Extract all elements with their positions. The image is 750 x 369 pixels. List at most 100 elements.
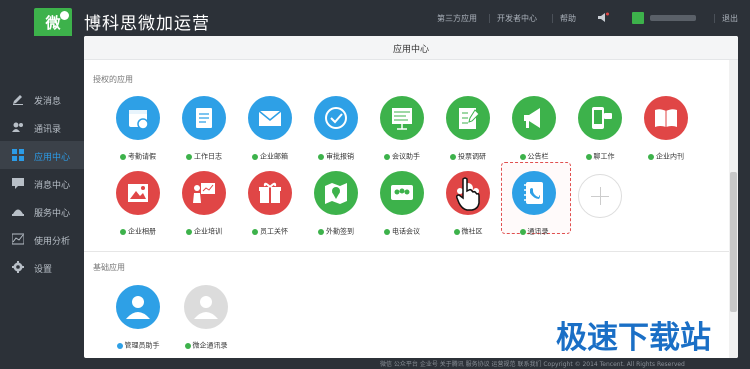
map-pin-icon [314, 171, 358, 215]
authorized-app-tile[interactable]: 企业内刊 [636, 96, 696, 166]
app-label: 管理员助手 [124, 341, 160, 350]
status-dot-icon [186, 228, 192, 235]
status-dot-icon [252, 228, 258, 235]
notification-icon[interactable] [597, 12, 609, 23]
app-label: 投票调研 [458, 152, 486, 161]
status-dot-icon [453, 228, 460, 235]
footer: 微信 公众平台 企业号 关于腾讯 服务协议 运营规范 联系我们 Copyrigh… [84, 358, 750, 369]
nav-developer-center[interactable]: 开发者中心 [489, 13, 537, 24]
authorized-app-tile[interactable]: 企业邮箱 [240, 96, 300, 166]
status-dot-icon [120, 228, 126, 235]
apps-icon [12, 149, 24, 161]
authorized-app-tile[interactable]: 员工关怀 [240, 171, 300, 241]
authorized-app-tile[interactable]: 公告栏 [504, 96, 564, 166]
basic-apps-label: 基础应用 [93, 263, 125, 272]
sidebar-item-label: 消息中心 [34, 181, 71, 191]
app-label: 审批报销 [326, 152, 354, 161]
notebook-icon [182, 96, 226, 140]
authorized-app-tile[interactable]: 投票调研 [438, 96, 498, 166]
scrollbar-thumb[interactable] [730, 172, 737, 312]
watermark: 极速下载站 [556, 320, 711, 356]
authorized-app-tile[interactable]: 审批报销 [306, 96, 366, 166]
status-dot-icon [384, 153, 390, 160]
nav-help[interactable]: 帮助 [552, 13, 576, 24]
app-label: 工作日志 [194, 152, 222, 161]
app-label: 企业培训 [194, 227, 222, 236]
status-dot-icon [184, 342, 191, 349]
gear-icon [12, 261, 24, 273]
authorized-app-tile[interactable]: 通讯录 [504, 171, 564, 241]
service-icon [12, 209, 24, 216]
app-title: 博科思微加运营 [84, 14, 210, 34]
authorized-app-tile[interactable]: 企业培训 [174, 171, 234, 241]
app-label: 电话会议 [392, 227, 420, 236]
scrollbar[interactable] [729, 60, 738, 358]
address-book-icon [512, 171, 556, 215]
authorized-app-tile[interactable]: 工作日志 [174, 96, 234, 166]
photo-icon [116, 171, 160, 215]
app-label: 企业内刊 [656, 152, 684, 161]
status-dot-icon [648, 153, 654, 160]
sidebar-item-label: 通讯录 [34, 125, 62, 135]
section-divider [84, 251, 729, 252]
sidebar-item-contacts[interactable]: 通讯录 [0, 113, 84, 141]
status-dot-icon [318, 153, 324, 160]
sidebar-item-service-center[interactable]: 服务中心 [0, 197, 84, 225]
authorized-apps-label: 授权的应用 [93, 75, 133, 84]
authorized-app-tile[interactable]: 考勤请假 [108, 96, 168, 166]
basic-app-tile[interactable]: 管理员助手 [108, 285, 168, 355]
app-label: 员工关怀 [260, 227, 288, 236]
survey-icon [446, 96, 490, 140]
app-label: 聊工作 [593, 152, 615, 161]
check-icon [314, 96, 358, 140]
sidebar-item-message-center[interactable]: 消息中心 [0, 169, 84, 197]
book-icon [644, 96, 688, 140]
app-label: 公告栏 [527, 152, 549, 161]
phone-chat-icon [578, 96, 622, 140]
logo: 微 [34, 8, 72, 38]
app-label: 企业相册 [128, 227, 156, 236]
sidebar-item-settings[interactable]: 设置 [0, 253, 84, 281]
sidebar: 发消息 通讯录 应用中心 消息中心 服务中心 使用分析 设置 [0, 36, 84, 369]
conference-icon [380, 171, 424, 215]
board-icon [380, 96, 424, 140]
status-dot-icon [120, 153, 126, 160]
message-icon [12, 178, 24, 189]
user-name[interactable] [650, 15, 696, 21]
sidebar-item-send-message[interactable]: 发消息 [0, 85, 84, 113]
megaphone-icon [512, 96, 556, 140]
sidebar-item-analytics[interactable]: 使用分析 [0, 225, 84, 253]
authorized-app-tile[interactable]: 外勤签到 [306, 171, 366, 241]
sidebar-item-app-center[interactable]: 应用中心 [0, 141, 84, 169]
app-label: 外勤签到 [326, 227, 354, 236]
sidebar-item-label: 服务中心 [34, 209, 71, 219]
calendar-icon [116, 96, 160, 140]
status-dot-icon [318, 228, 324, 235]
app-label: 微社区 [461, 227, 483, 236]
authorized-app-tile[interactable]: 企业相册 [108, 171, 168, 241]
app-center-panel: 应用中心 授权的应用 考勤请假 工作日志 企业邮箱 审批报销 会议助手 投票调研 公告栏 聊工… [84, 36, 738, 358]
status-dot-icon [585, 153, 592, 160]
authorized-app-tile[interactable]: 会议助手 [372, 96, 432, 166]
panel-title: 应用中心 [392, 45, 429, 55]
pencil-icon [13, 95, 23, 105]
authorized-app-tile[interactable]: 电话会议 [372, 171, 432, 241]
app-label: 通讯录 [527, 227, 549, 236]
gift-icon [248, 171, 292, 215]
app-label: 企业邮箱 [260, 152, 288, 161]
user-gray-icon [184, 285, 228, 329]
contacts-icon [12, 122, 23, 132]
status-dot-icon [384, 228, 390, 235]
top-bar: 微 博科思微加运营 第三方应用 开发者中心 帮助 退出 [0, 0, 750, 38]
authorized-app-tile[interactable]: 聊工作 [570, 96, 630, 166]
basic-app-tile[interactable]: 微企通讯录 [176, 285, 236, 355]
status-dot-icon [519, 228, 526, 235]
add-app-button[interactable] [578, 174, 622, 218]
sidebar-item-label: 应用中心 [34, 153, 71, 163]
avatar[interactable] [632, 12, 644, 24]
logout-link[interactable]: 退出 [714, 13, 738, 24]
status-dot-icon [186, 153, 192, 160]
nav-third-party-apps[interactable]: 第三方应用 [437, 13, 477, 24]
app-label: 考勤请假 [128, 152, 156, 161]
app-label: 微企通讯录 [192, 341, 228, 350]
